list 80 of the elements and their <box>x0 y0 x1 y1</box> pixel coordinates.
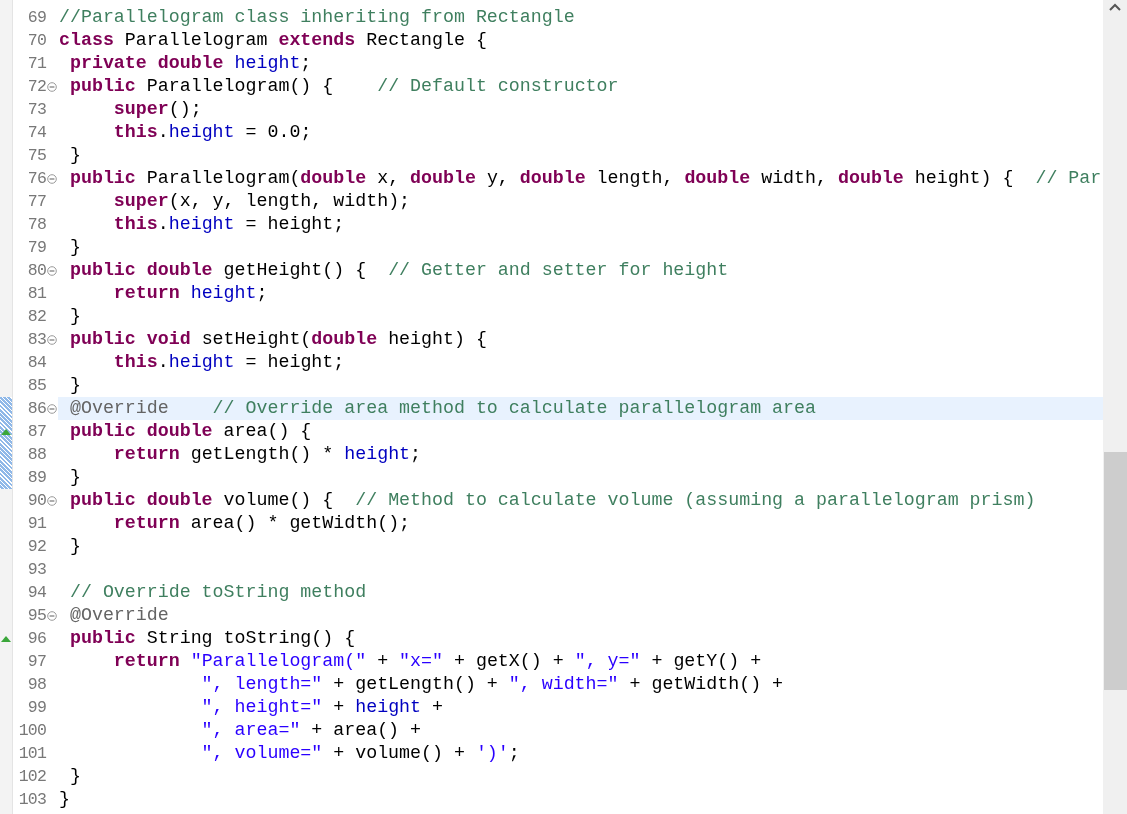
code-line: super(x, y, length, width); <box>112 190 412 213</box>
line-number: 75 <box>26 145 46 167</box>
scrollbar-thumb[interactable] <box>1104 452 1127 690</box>
line-number: 90 <box>26 490 46 512</box>
collapse-icon[interactable] <box>47 334 57 345</box>
line-number: 80 <box>26 260 46 282</box>
line-number: 79 <box>26 237 46 259</box>
collapse-icon[interactable] <box>47 610 57 621</box>
code-line: super(); <box>112 98 203 121</box>
line-number: 98 <box>26 674 46 696</box>
line-number: 94 <box>26 582 46 604</box>
code-line: public double volume() { // Method to calculate volume (assuming a parallelogram prism) <box>68 489 1037 512</box>
line-number: 74 <box>26 122 46 144</box>
code-line: ", height=" + height + <box>200 696 444 719</box>
line-number: 88 <box>26 444 46 466</box>
collapse-icon[interactable] <box>47 81 57 92</box>
line-number: 76 <box>26 168 46 190</box>
code-line: this.height = height; <box>112 351 346 374</box>
line-number: 101 <box>17 743 46 765</box>
line-number: 93 <box>26 559 46 581</box>
line-number: 72 <box>26 76 46 98</box>
code-line: } <box>68 765 82 788</box>
collapse-icon[interactable] <box>47 495 57 506</box>
code-line: } <box>68 236 82 259</box>
code-line: public Parallelogram() { // Default constructor <box>68 75 620 98</box>
code-line: } <box>58 788 71 811</box>
line-number: 92 <box>26 536 46 558</box>
line-number: 91 <box>26 513 46 535</box>
code-line: } <box>68 305 82 328</box>
code-line: } <box>68 466 82 489</box>
code-line: } <box>68 535 82 558</box>
code-line: ", volume=" + volume() + ')'; <box>200 742 521 765</box>
override-triangle-icon[interactable] <box>1 635 11 642</box>
line-number: 71 <box>26 53 46 75</box>
line-number: 86 <box>26 398 46 420</box>
code-line: this.height = 0.0; <box>112 121 313 144</box>
code-line: } <box>68 374 82 397</box>
code-line: ", length=" + getLength() + ", width=" + getWidth() + <box>200 673 785 696</box>
line-number: 73 <box>26 99 46 121</box>
code-line: this.height = height; <box>112 213 346 236</box>
line-number: 81 <box>26 283 46 305</box>
code-line: public void setHeight(double height) { <box>68 328 488 351</box>
line-number: 100 <box>17 720 46 742</box>
scroll-up-icon[interactable] <box>1109 3 1121 11</box>
code-line: } <box>68 144 82 167</box>
code-line: class Parallelogram extends Rectangle { <box>58 29 488 52</box>
override-triangle-icon[interactable] <box>1 428 11 435</box>
code-line: return area() * getWidth(); <box>112 512 412 535</box>
vertical-scrollbar[interactable] <box>1103 0 1127 814</box>
line-number: 95 <box>26 605 46 627</box>
line-number: 85 <box>26 375 46 397</box>
code-line: public double getHeight() { // Getter and setter for height <box>68 259 730 282</box>
line-number: 78 <box>26 214 46 236</box>
line-number: 84 <box>26 352 46 374</box>
code-line: return height; <box>112 282 269 305</box>
line-number: 69 <box>26 7 46 29</box>
code-line: public double area() { <box>68 420 313 443</box>
line-number: 102 <box>17 766 46 788</box>
code-line: return getLength() * height; <box>112 443 423 466</box>
line-number: 82 <box>26 306 46 328</box>
line-number: 77 <box>26 191 46 213</box>
code-line: ", area=" + area() + <box>200 719 423 742</box>
code-line: public String toString() { <box>68 627 357 650</box>
code-line: // Override toString method <box>68 581 368 604</box>
collapse-icon[interactable] <box>47 403 57 414</box>
line-number: 96 <box>26 628 46 650</box>
code-line: @Override <box>68 604 170 627</box>
line-number: 103 <box>17 789 46 811</box>
line-number: 99 <box>26 697 46 719</box>
code-line: //Parallelogram class inheriting from Rectangle <box>58 6 576 29</box>
collapse-icon[interactable] <box>47 265 57 276</box>
line-number: 89 <box>26 467 46 489</box>
line-number: 70 <box>26 30 46 52</box>
collapse-icon[interactable] <box>47 173 57 184</box>
code-line: private double height; <box>68 52 313 75</box>
code-line: return "Parallelogram(" + "x=" + getX() + ", y=" + getY() + <box>112 650 763 673</box>
line-number: 87 <box>26 421 46 443</box>
line-number: 83 <box>26 329 46 351</box>
code-line: public Parallelogram(double x, double y, double length, double width, double height) { // Par <box>68 167 1103 190</box>
line-number: 97 <box>26 651 46 673</box>
